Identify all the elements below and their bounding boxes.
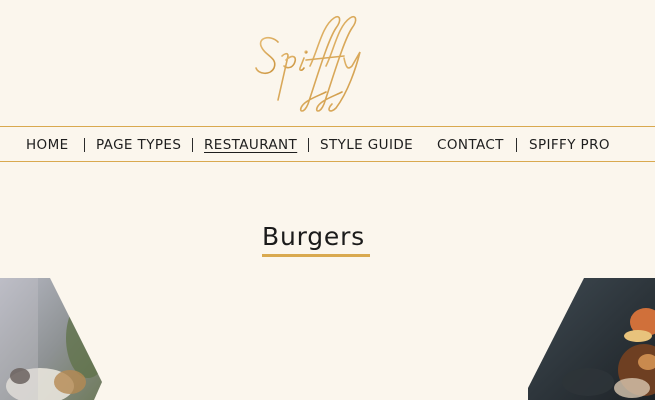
- main-navigation: HOME PAGE TYPES RESTAURANT STYLE GUIDE C…: [0, 126, 655, 162]
- site-logo[interactable]: [248, 4, 378, 119]
- nav-item-restaurant[interactable]: RESTAURANT: [204, 137, 297, 153]
- nav-item-page-types[interactable]: PAGE TYPES: [96, 137, 181, 153]
- nav-separator: [516, 138, 517, 152]
- food-image-right: [528, 278, 655, 400]
- nav-separator: [84, 138, 85, 152]
- food-image-left: [0, 278, 104, 400]
- nav-separator: [308, 138, 309, 152]
- nav-item-spiffy-pro[interactable]: SPIFFY PRO: [529, 137, 610, 153]
- nav-item-style-guide[interactable]: STYLE GUIDE: [320, 137, 413, 153]
- nav-separator: [192, 138, 193, 152]
- nav-item-contact[interactable]: CONTACT: [437, 137, 504, 153]
- spiffy-logo-icon: [255, 15, 361, 112]
- title-underline: [262, 254, 370, 257]
- page-title: Burgers: [262, 222, 365, 251]
- nav-item-home[interactable]: HOME: [26, 137, 69, 153]
